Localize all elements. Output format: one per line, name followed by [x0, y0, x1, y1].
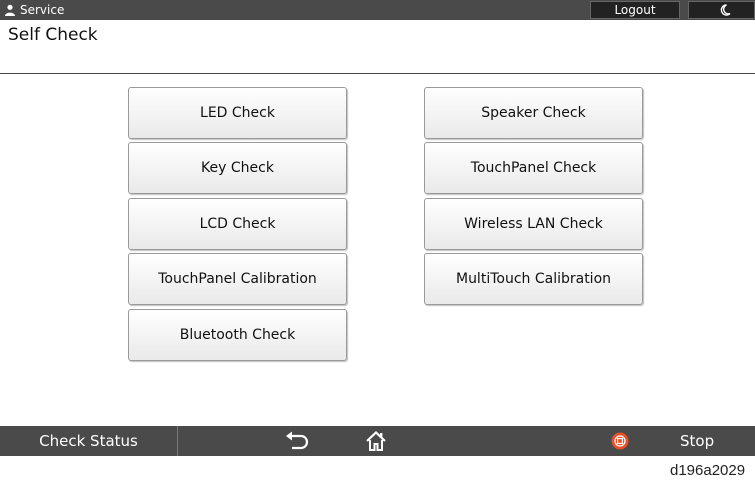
page-title: Self Check: [8, 25, 98, 45]
figure-id: d196a2029: [670, 462, 746, 479]
user-label: Service: [20, 3, 65, 17]
back-arrow-icon[interactable]: [283, 430, 311, 452]
lcd-check-button[interactable]: LCD Check: [128, 198, 347, 250]
wireless-lan-check-button[interactable]: Wireless LAN Check: [424, 198, 643, 250]
title-divider: [0, 73, 755, 74]
bottom-bar: Check Status Stop: [0, 426, 755, 456]
user-icon: [5, 4, 15, 16]
key-check-button[interactable]: Key Check: [128, 142, 347, 194]
led-check-button[interactable]: LED Check: [128, 87, 347, 139]
stop-icon[interactable]: [611, 432, 629, 450]
check-status-button[interactable]: Check Status: [0, 426, 178, 456]
stop-button-label[interactable]: Stop: [680, 426, 714, 456]
home-icon[interactable]: [365, 430, 387, 452]
top-bar: Service Logout: [0, 0, 755, 20]
touchpanel-check-button[interactable]: TouchPanel Check: [424, 142, 643, 194]
energy-saver-button[interactable]: [688, 1, 755, 19]
touchpanel-calibration-button[interactable]: TouchPanel Calibration: [128, 253, 347, 305]
moon-icon: [720, 4, 731, 16]
logout-button[interactable]: Logout: [590, 1, 680, 19]
speaker-check-button[interactable]: Speaker Check: [424, 87, 643, 139]
bluetooth-check-button[interactable]: Bluetooth Check: [128, 309, 347, 361]
user-indicator: Service: [4, 0, 64, 20]
multitouch-calibration-button[interactable]: MultiTouch Calibration: [424, 253, 643, 305]
